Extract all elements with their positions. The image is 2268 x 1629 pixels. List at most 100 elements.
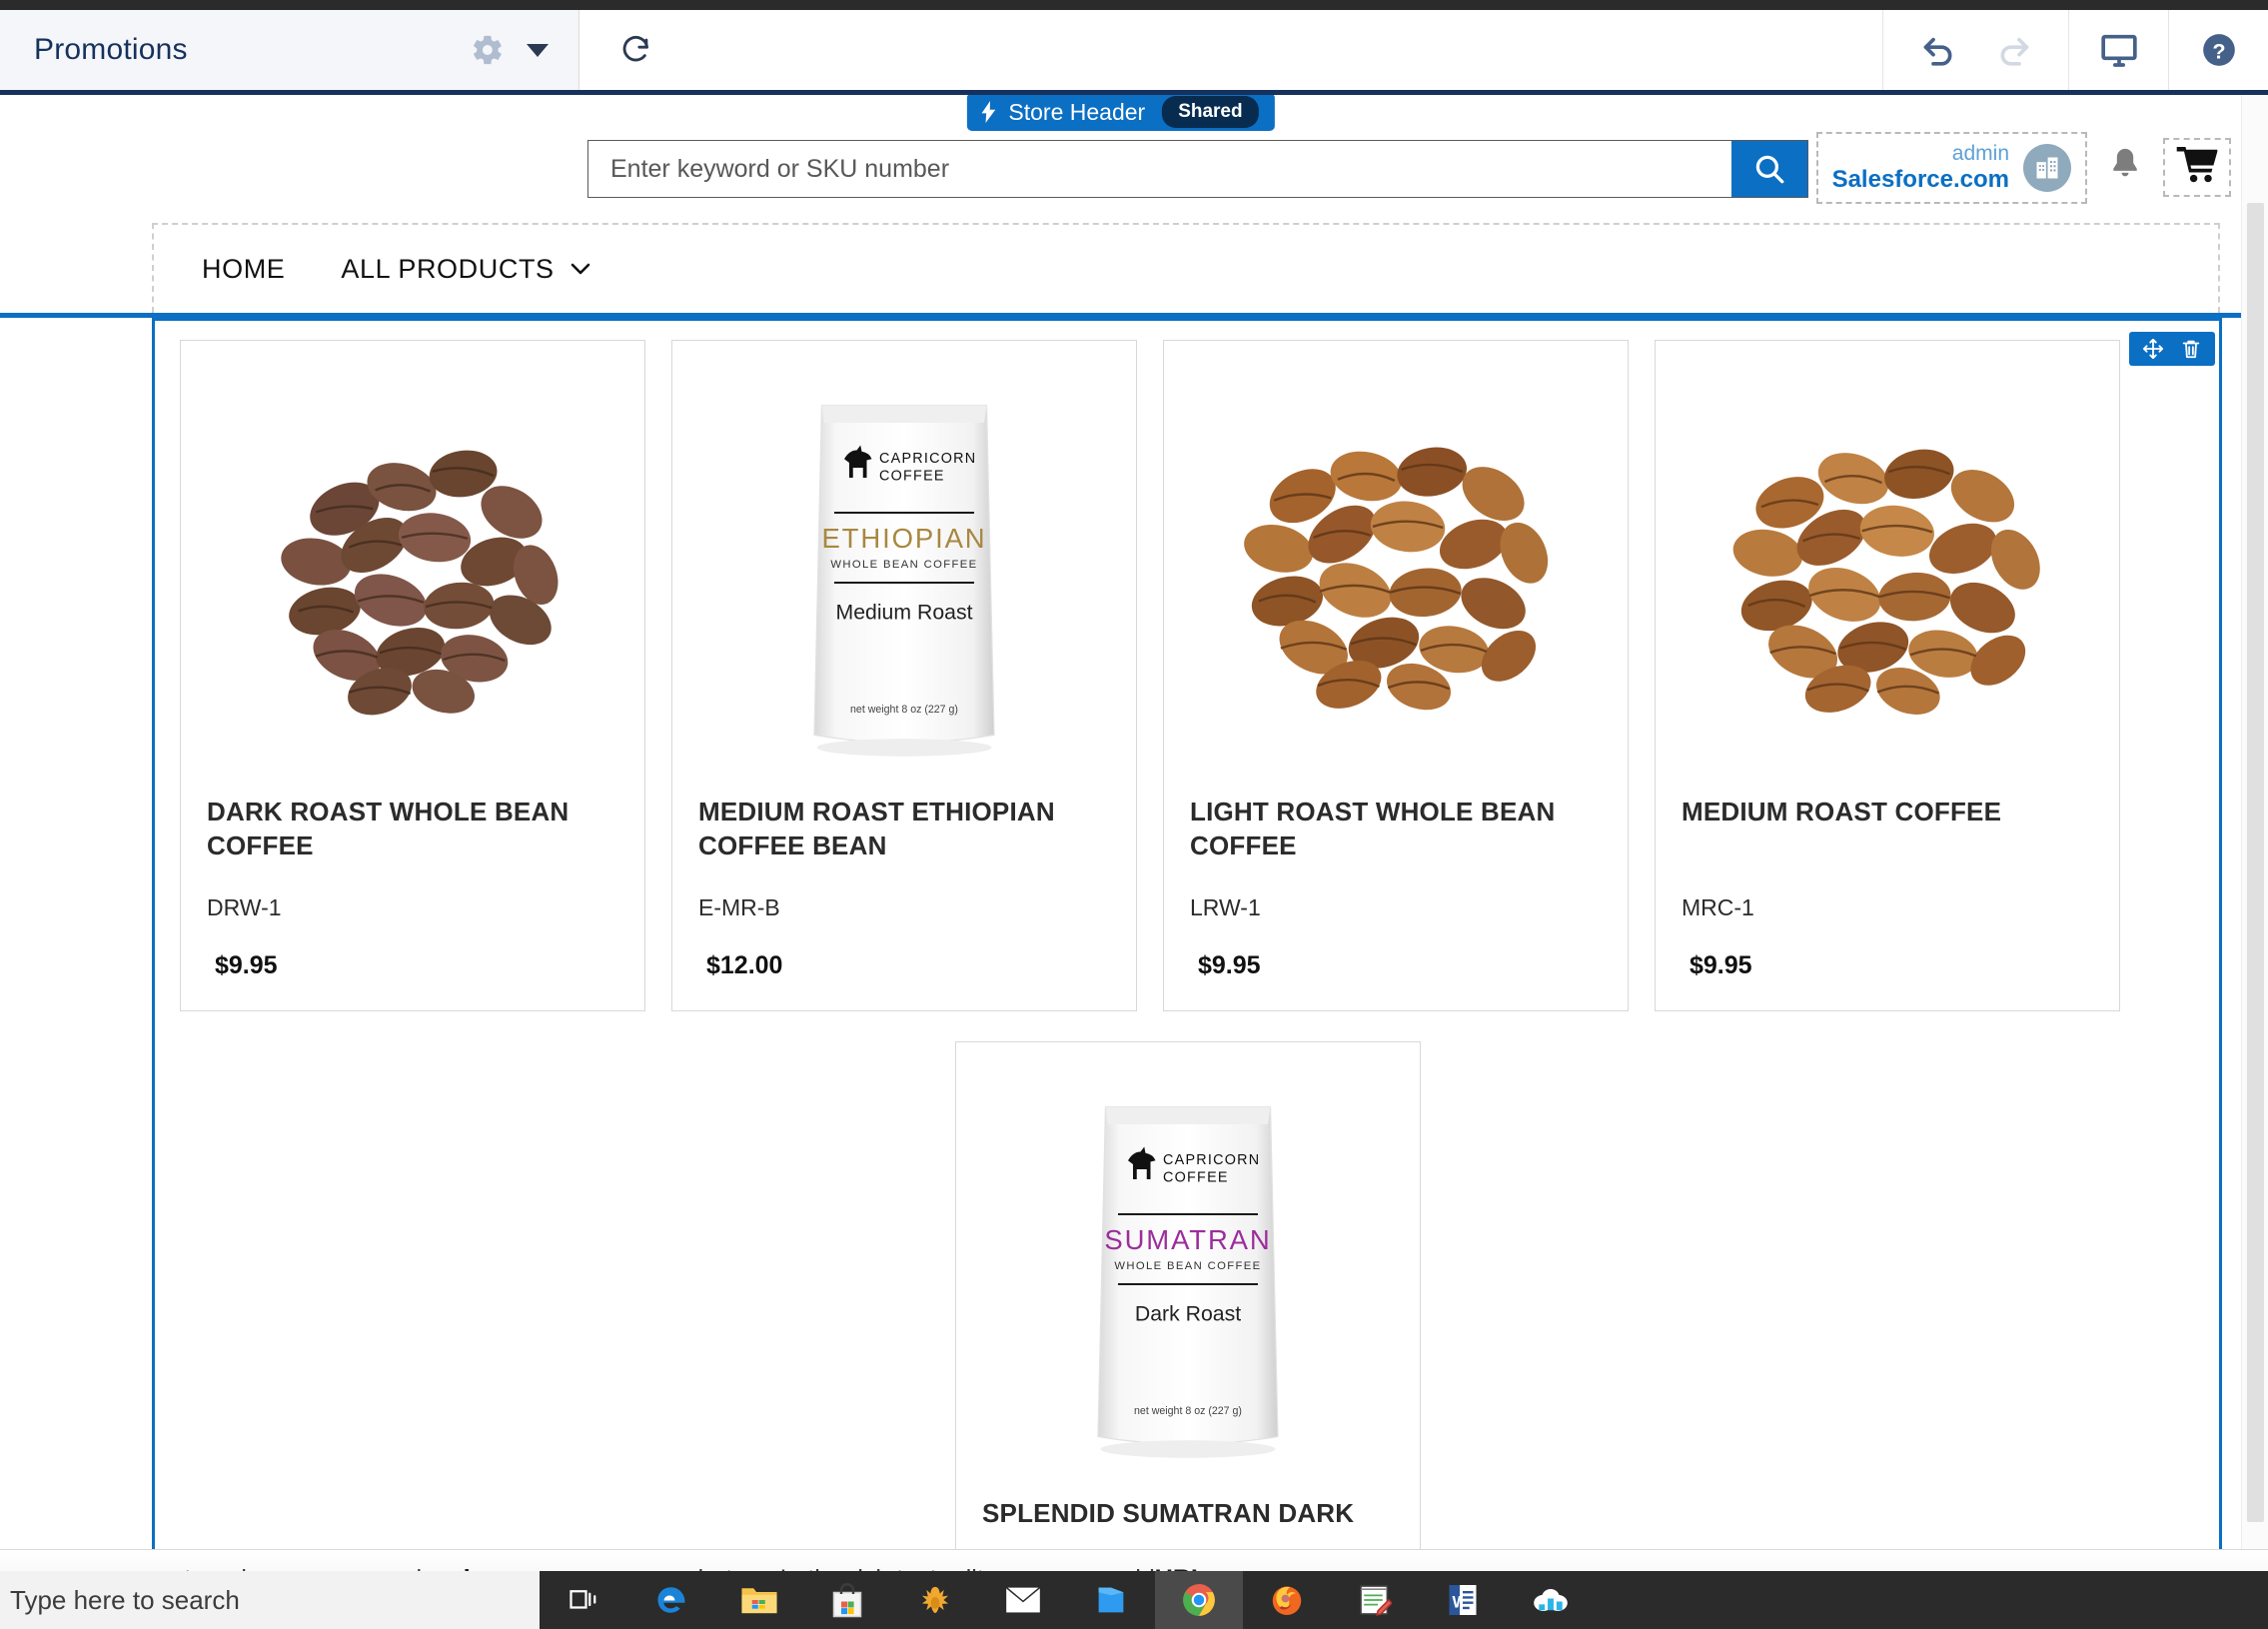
undo-icon[interactable] bbox=[1918, 28, 1958, 73]
nav-item-home[interactable]: HOME bbox=[174, 254, 313, 285]
account-text: admin Salesforce.com bbox=[1832, 142, 2009, 194]
product-sku: E-MR-B bbox=[698, 894, 780, 920]
ethiopian-coffee-bag-image: CAPRICORN COFFEE ETHIOPIAN WHOLE BEAN CO… bbox=[813, 404, 995, 757]
svg-text:WHOLE BEAN COFFEE: WHOLE BEAN COFFEE bbox=[830, 559, 977, 571]
account-zone: admin Salesforce.com bbox=[1815, 132, 2231, 204]
product-title: LIGHT ROAST WHOLE BEAN COFFEE bbox=[1190, 797, 1556, 861]
product-price: $12.00 bbox=[706, 951, 783, 979]
scrollbar-thumb[interactable] bbox=[2247, 203, 2264, 1522]
product-price: $9.95 bbox=[215, 951, 278, 979]
os-top-strip bbox=[0, 0, 2268, 10]
taskbar-icons: W bbox=[540, 1571, 1595, 1629]
trash-icon[interactable] bbox=[2180, 338, 2202, 360]
chrome-browser-icon[interactable] bbox=[1155, 1571, 1243, 1629]
svg-text:?: ? bbox=[2212, 38, 2225, 63]
product-title: DARK ROAST WHOLE BEAN COFFEE bbox=[207, 797, 569, 861]
page-selector[interactable]: Promotions bbox=[0, 10, 579, 90]
product-image[interactable]: CAPRICORN COFFEE ETHIOPIAN WHOLE BEAN CO… bbox=[698, 363, 1110, 783]
product-card[interactable]: CAPRICORN COFFEE SUMATRAN WHOLE BEAN COF… bbox=[955, 1041, 1421, 1566]
product-image[interactable]: CAPRICORN COFFEE SUMATRAN WHOLE BEAN COF… bbox=[982, 1064, 1394, 1484]
search-button[interactable] bbox=[1731, 141, 1807, 197]
svg-text:COFFEE: COFFEE bbox=[1163, 1170, 1229, 1186]
search-input[interactable] bbox=[588, 141, 1731, 197]
microsoft-store-icon[interactable] bbox=[803, 1571, 891, 1629]
salesforce-icon[interactable] bbox=[1507, 1571, 1595, 1629]
svg-text:WHOLE BEAN COFFEE: WHOLE BEAN COFFEE bbox=[1114, 1260, 1261, 1272]
product-card[interactable]: LIGHT ROAST WHOLE BEAN COFFEE LRW-1 $9.9… bbox=[1163, 340, 1629, 1011]
product-card[interactable]: CAPRICORN COFFEE ETHIOPIAN WHOLE BEAN CO… bbox=[671, 340, 1137, 1011]
store-header-region[interactable]: Store Header Shared admin Salesforce.com bbox=[0, 95, 2241, 220]
word-icon[interactable]: W bbox=[1419, 1571, 1507, 1629]
product-image[interactable] bbox=[1682, 363, 2093, 783]
builder-toolbar: Promotions ? bbox=[0, 10, 2268, 95]
chevron-down-icon bbox=[570, 263, 590, 275]
bell-icon bbox=[2107, 149, 2143, 188]
dark-roast-coffee-beans-image bbox=[281, 450, 559, 716]
gear-icon[interactable] bbox=[471, 33, 505, 67]
store-header-badge[interactable]: Store Header Shared bbox=[966, 95, 1275, 131]
svg-text:net weight 8 oz (227 g): net weight 8 oz (227 g) bbox=[850, 704, 958, 716]
product-sku: LRW-1 bbox=[1190, 894, 1261, 920]
taskbar-search-label: Type here to search bbox=[10, 1584, 240, 1615]
cart-button[interactable] bbox=[2163, 138, 2231, 198]
product-title: MEDIUM ROAST ETHIOPIAN COFFEE BEAN bbox=[698, 797, 1055, 861]
file-explorer-icon[interactable] bbox=[715, 1571, 803, 1629]
amazon-icon[interactable] bbox=[891, 1571, 979, 1629]
featured-products-region[interactable]: DARK ROAST WHOLE BEAN COFFEE DRW-1 $9.95 bbox=[152, 318, 2222, 1566]
notifications-button[interactable] bbox=[2097, 140, 2153, 195]
product-image[interactable] bbox=[1190, 363, 1602, 783]
sumatran-coffee-bag-image: CAPRICORN COFFEE SUMATRAN WHOLE BEAN COF… bbox=[1097, 1105, 1279, 1458]
svg-text:Dark Roast: Dark Roast bbox=[1135, 1301, 1241, 1325]
firefox-browser-icon[interactable] bbox=[1243, 1571, 1331, 1629]
building-icon bbox=[2023, 143, 2071, 192]
account-user: admin bbox=[1951, 142, 2009, 165]
storefront-preview: Store Header Shared admin Salesforce.com bbox=[0, 95, 2241, 1566]
product-price: $9.95 bbox=[1690, 951, 1752, 979]
product-cards-row-2: CAPRICORN COFFEE SUMATRAN WHOLE BEAN COF… bbox=[167, 1035, 2209, 1566]
notepad-icon[interactable] bbox=[1331, 1571, 1419, 1629]
redo-icon bbox=[1994, 28, 2034, 73]
product-image[interactable] bbox=[207, 363, 618, 783]
preview-button[interactable] bbox=[2068, 10, 2168, 90]
edge-browser-icon[interactable] bbox=[627, 1571, 715, 1629]
shared-pill: Shared bbox=[1162, 96, 1259, 128]
account-org: Salesforce.com bbox=[1831, 166, 2009, 194]
store-header-badge-label: Store Header bbox=[1008, 98, 1146, 125]
medium-roast-coffee-beans-image bbox=[1732, 449, 2040, 715]
light-roast-coffee-beans-image bbox=[1244, 447, 1549, 711]
svg-text:SUMATRAN: SUMATRAN bbox=[1104, 1224, 1271, 1255]
shopping-cart-icon bbox=[2175, 147, 2219, 188]
chevron-down-icon[interactable] bbox=[527, 43, 549, 57]
task-view-icon[interactable] bbox=[540, 1571, 627, 1629]
builder-actions: ? bbox=[1882, 10, 2268, 90]
svg-text:CAPRICORN: CAPRICORN bbox=[1163, 1152, 1260, 1168]
page-title: Promotions bbox=[34, 33, 188, 66]
search-box[interactable] bbox=[587, 140, 1808, 198]
move-drag-icon[interactable] bbox=[2142, 338, 2164, 360]
product-card[interactable]: MEDIUM ROAST COFFEE MRC-1 $9.95 bbox=[1655, 340, 2120, 1011]
store-navigation-region[interactable]: HOME ALL PRODUCTS bbox=[152, 223, 2220, 313]
product-card[interactable]: DARK ROAST WHOLE BEAN COFFEE DRW-1 $9.95 bbox=[180, 340, 645, 1011]
svg-text:COFFEE: COFFEE bbox=[879, 469, 945, 485]
nav-item-all-products[interactable]: ALL PRODUCTS bbox=[313, 254, 617, 285]
svg-text:net weight 8 oz (227 g): net weight 8 oz (227 g) bbox=[1134, 1405, 1242, 1417]
nav-item-label: ALL PRODUCTS bbox=[341, 253, 555, 284]
onedrive-folder-icon[interactable] bbox=[1067, 1571, 1155, 1629]
svg-text:Medium Roast: Medium Roast bbox=[836, 600, 973, 624]
product-title: MEDIUM ROAST COFFEE bbox=[1682, 797, 2002, 826]
windows-taskbar: Type here to search W bbox=[0, 1571, 2268, 1629]
help-button[interactable]: ? bbox=[2168, 10, 2268, 90]
page-scrollbar[interactable] bbox=[2241, 95, 2268, 1566]
taskbar-search[interactable]: Type here to search bbox=[0, 1571, 540, 1629]
refresh-button[interactable] bbox=[601, 10, 671, 90]
nav-item-label: HOME bbox=[202, 253, 286, 284]
svg-text:ETHIOPIAN: ETHIOPIAN bbox=[821, 523, 986, 554]
product-price: $9.95 bbox=[1198, 951, 1261, 979]
product-sku: DRW-1 bbox=[207, 894, 282, 920]
account-chip[interactable]: admin Salesforce.com bbox=[1815, 132, 2087, 204]
product-sku: MRC-1 bbox=[1682, 894, 1754, 920]
undo-redo-group bbox=[1882, 10, 2068, 90]
mail-icon[interactable] bbox=[979, 1571, 1067, 1629]
component-toolbar bbox=[2129, 332, 2215, 366]
